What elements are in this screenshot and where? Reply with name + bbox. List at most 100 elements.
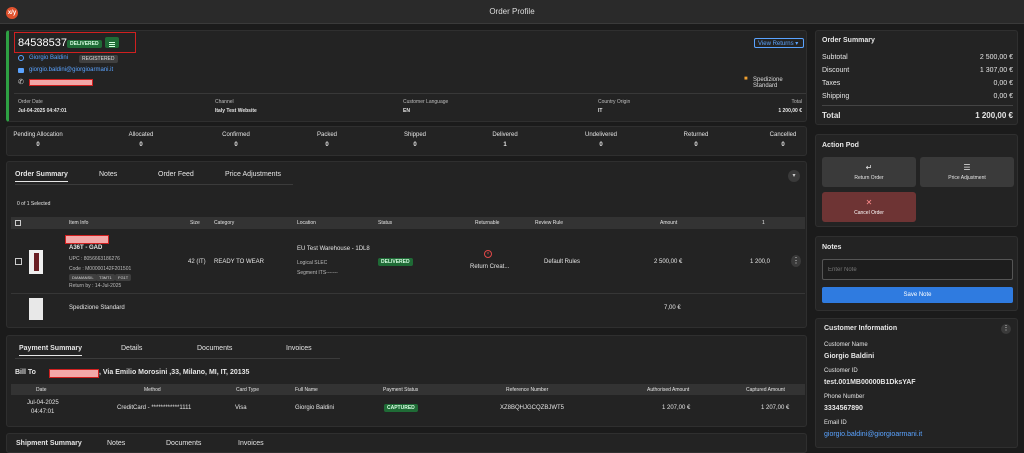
customer-email-link[interactable]: giorgio.baldini@giorgioarmani.it <box>29 67 113 73</box>
save-note-button[interactable]: Save Note <box>822 287 1013 303</box>
summary-label: Subtotal <box>822 54 848 61</box>
selected-count: 0 of 1 Selected <box>17 201 51 207</box>
country-value: IT <box>598 108 603 114</box>
counter-value: 0 <box>694 142 698 148</box>
item-amount: 2 500,00 € <box>654 259 683 265</box>
tab-order-feed[interactable]: Order Feed <box>158 171 194 178</box>
page-title: Order Profile <box>489 7 535 16</box>
chevron-down-icon[interactable]: ▾ <box>788 170 800 182</box>
item-tag: T3MT1 <box>96 274 115 281</box>
select-all-checkbox[interactable] <box>15 220 21 226</box>
tab-invoices[interactable]: Invoices <box>286 345 312 352</box>
counter-value: 0 <box>325 142 329 148</box>
counter-value: 0 <box>599 142 603 148</box>
header-payment-status: Payment Status <box>383 387 419 393</box>
kebab-menu-icon[interactable]: ⋮ <box>1001 324 1011 334</box>
header-amount: Amount <box>660 220 678 226</box>
payment-time: 04:47:01 <box>31 409 55 415</box>
payment-reference: XZ8BQHJGCQZBJWT5 <box>500 405 565 411</box>
kebab-menu-icon[interactable]: ⋮ <box>791 255 801 267</box>
item-location-segment: Segment ITS------- <box>297 270 338 276</box>
view-returns-dropdown[interactable]: View Returns ▾ <box>754 38 804 48</box>
tab-details[interactable]: Details <box>121 345 142 352</box>
item-thumbnail[interactable] <box>29 250 43 274</box>
counter-label: Allocated <box>128 132 154 138</box>
menu-icon[interactable] <box>105 37 119 48</box>
header-reference: Reference Number <box>506 387 549 393</box>
cancel-order-button[interactable]: ✕ Cancel Order <box>822 192 916 222</box>
payment-card-type: Visa <box>235 405 247 411</box>
customer-info-card: Customer Information ⋮ Customer Name Gio… <box>815 318 1018 448</box>
redacted-phone <box>29 79 93 86</box>
payment-captured: 1 207,00 € <box>761 405 790 411</box>
header-card-type: Card Type <box>236 387 259 393</box>
item-name: A36T - GAD <box>69 245 103 251</box>
item-upc: UPC : 8056663186276 <box>69 256 120 262</box>
counter-label: Confirmed <box>222 132 250 138</box>
header-date: Date <box>36 387 47 393</box>
tab-price-adjustments[interactable]: Price Adjustments <box>225 171 281 178</box>
tab-documents[interactable]: Documents <box>197 345 232 352</box>
customer-field-value: Giorgio Baldini <box>824 353 875 360</box>
order-status-badge: DELIVERED <box>67 40 102 48</box>
counter-value: 0 <box>413 142 417 148</box>
summary-total-label: Total <box>822 111 841 120</box>
sliders-icon: ☰ <box>963 163 971 172</box>
counter-value: 0 <box>781 142 785 148</box>
summary-label: Shipping <box>822 93 850 100</box>
payment-authorised: 1 207,00 € <box>662 405 691 411</box>
item-checkbox[interactable] <box>15 258 22 265</box>
counter-value: 0 <box>36 142 40 148</box>
header-item-info: Item Info <box>69 220 89 226</box>
price-adjustment-button[interactable]: ☰ Price Adjustment <box>920 157 1014 187</box>
shipping-method: Spedizione Standard <box>753 77 783 89</box>
bill-to-label: Bill To <box>15 369 36 376</box>
phone-icon: ✆ <box>18 79 24 86</box>
total-value: 1 200,00 € <box>778 108 802 114</box>
note-input[interactable] <box>822 259 1013 280</box>
summary-value: 0,00 € <box>993 93 1013 100</box>
counter-label: Pending Allocation <box>13 132 63 138</box>
counter-label: Returned <box>683 132 709 138</box>
counter-label: Cancelled <box>769 132 797 138</box>
summary-divider <box>822 105 1013 106</box>
summary-label: Taxes <box>822 80 841 87</box>
item-returnable: Return Creat... <box>470 264 510 270</box>
close-icon: ✕ <box>865 198 873 207</box>
header-size: Size <box>190 220 200 226</box>
save-note-label: Save Note <box>903 292 932 298</box>
chevron-down-icon: ▾ <box>795 41 799 47</box>
summary-value: 1 307,00 € <box>979 67 1013 74</box>
header-method: Method <box>144 387 161 393</box>
language-value: EN <box>403 108 410 114</box>
order-date-value: Jul-04-2025 04:47:01 <box>18 108 67 114</box>
customer-name-link[interactable]: Giorgio Baldini <box>29 55 68 61</box>
mail-icon <box>18 68 24 73</box>
view-returns-label: View Returns <box>758 41 794 47</box>
return-icon: ↵ <box>865 163 873 172</box>
garment-image <box>33 253 39 271</box>
counter-value: 0 <box>139 142 143 148</box>
tab-order-summary[interactable]: Order Summary <box>15 171 68 182</box>
item-tag: DIAMANSIL <box>69 274 97 281</box>
tab-payment-summary[interactable]: Payment Summary <box>19 345 83 356</box>
summary-value: 0,00 € <box>993 80 1013 87</box>
header-qty: 1 <box>762 220 765 226</box>
customer-field-label: Email ID <box>824 420 847 426</box>
header-returnable: Returnable <box>475 220 500 226</box>
item-qty: 1 200,0 <box>750 259 771 265</box>
item-tag: FG1T <box>115 274 132 281</box>
item-size: 42 (IT) <box>188 259 206 265</box>
bill-to-address: , Via Emilio Morosini ,33, Milano, MI, I… <box>99 369 250 376</box>
payment-date: Jul-04-2025 <box>27 400 59 406</box>
return-order-label: Return Order <box>854 175 884 181</box>
item-code: Code : M00000142F201501 <box>69 266 132 272</box>
tab-notes[interactable]: Notes <box>99 171 117 178</box>
customer-field-label: Customer Name <box>824 342 868 348</box>
header-captured: Captured Amount <box>746 387 785 393</box>
summary-total-value: 1 200,00 € <box>975 111 1013 120</box>
return-order-button[interactable]: ↵ Return Order <box>822 157 916 187</box>
customer-field-value: test.001MB00000B1DksYAF <box>824 379 916 386</box>
customer-email-link[interactable]: giorgio.baldini@giorgioarmani.it <box>824 431 922 438</box>
payment-panel: Payment Summary Details Documents Invoic… <box>6 335 807 427</box>
